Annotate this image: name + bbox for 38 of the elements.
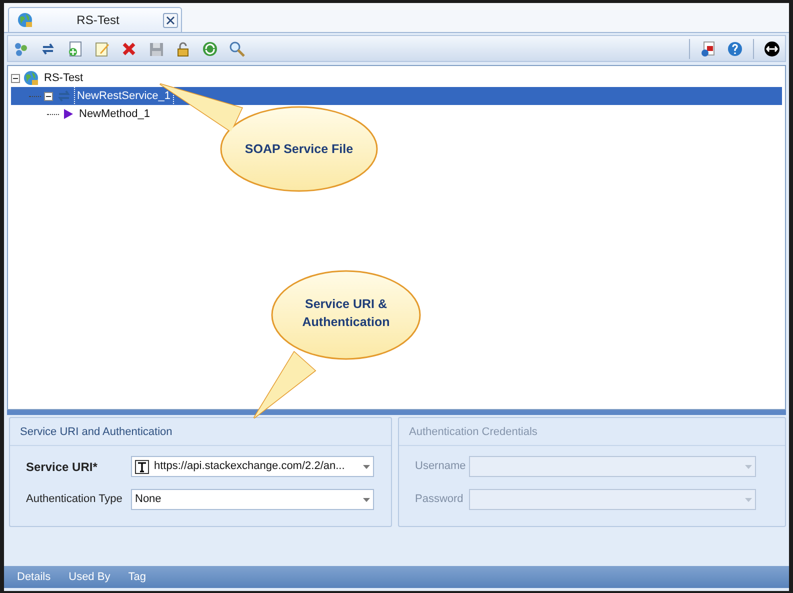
- tree-item[interactable]: NewRestService_1: [75, 86, 173, 106]
- pencil-icon[interactable]: [94, 40, 110, 56]
- close-icon: [166, 16, 175, 24]
- caret-icon: [745, 464, 752, 468]
- cycle-arrows-icon[interactable]: [40, 40, 56, 56]
- refresh-icon[interactable]: [202, 40, 218, 56]
- callout-text: SOAP Service File: [244, 141, 354, 158]
- network-icon[interactable]: [13, 40, 29, 56]
- field-label: Password: [415, 492, 464, 508]
- expander-icon[interactable]: [11, 74, 20, 82]
- globe-icon: [17, 12, 33, 28]
- field-label: Authentication Type: [26, 492, 124, 508]
- dropdown-field[interactable]: None: [131, 489, 374, 510]
- expander-icon[interactable]: [44, 92, 53, 100]
- caret-icon: [363, 498, 370, 502]
- globe-icon: [23, 70, 39, 86]
- help-icon[interactable]: [727, 40, 743, 56]
- tree-item[interactable]: RS-Test: [42, 68, 86, 88]
- callout-text: Service URI & Authentication: [301, 296, 391, 332]
- search-icon[interactable]: [229, 40, 245, 56]
- text-type-icon: [135, 460, 149, 474]
- document-icon[interactable]: [700, 40, 716, 56]
- field-label: Username: [415, 459, 465, 474]
- save-icon[interactable]: [148, 40, 164, 56]
- group-title: Service URI and Authentication: [10, 418, 391, 446]
- play-icon: [62, 108, 74, 120]
- caret-icon: [363, 464, 370, 468]
- close-button[interactable]: [163, 12, 178, 28]
- document-tab[interactable]: RS-Test: [8, 7, 182, 32]
- group-title: Authentication Credentials: [399, 418, 785, 446]
- dropdown-field[interactable]: https://api.stackexchange.com/2.2/an...: [131, 456, 374, 477]
- document-add-icon[interactable]: [67, 40, 83, 56]
- field-label: Service URI*: [26, 458, 98, 476]
- caret-icon: [745, 498, 752, 502]
- padlock-icon[interactable]: [175, 40, 191, 56]
- tree-item[interactable]: NewMethod_1: [77, 104, 152, 124]
- cycle-arrows-icon: [56, 88, 72, 104]
- delete-icon[interactable]: [121, 40, 137, 56]
